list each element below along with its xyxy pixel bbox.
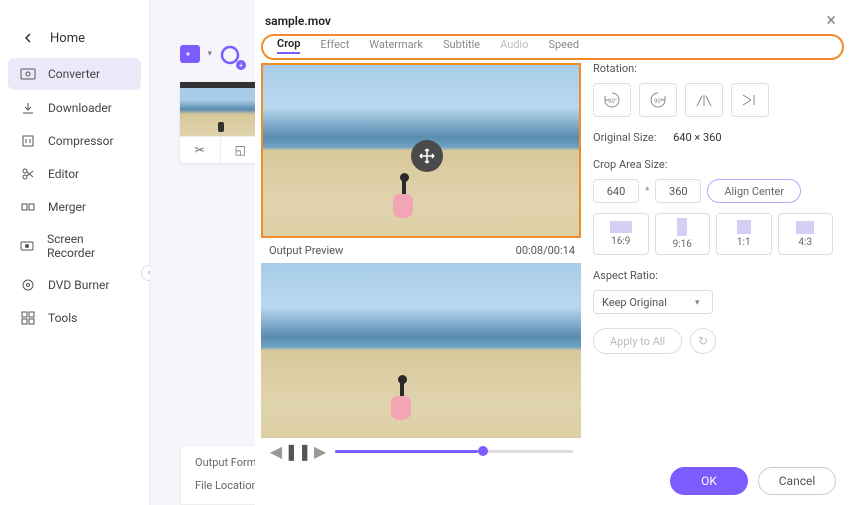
aspect-ratio-select[interactable]: Keep Original <box>593 290 713 314</box>
svg-text:90°: 90° <box>654 98 663 105</box>
rotate-ccw-button[interactable]: 90° <box>593 83 631 117</box>
add-file-button[interactable]: ▾ <box>180 45 202 67</box>
reset-button[interactable]: ↻ <box>690 328 716 354</box>
aspect-16-9-button[interactable]: 16:9 <box>593 213 649 255</box>
chevron-down-icon: ▾ <box>207 49 212 59</box>
nav-label: Compressor <box>48 134 114 148</box>
crop-frame[interactable] <box>261 63 581 238</box>
record-icon <box>20 238 35 254</box>
tab-audio[interactable]: Audio <box>500 36 528 53</box>
grid-icon <box>20 310 36 326</box>
plus-icon: + <box>236 60 246 70</box>
thumbnail-image <box>180 88 260 136</box>
aspect-4-3-button[interactable]: 4:3 <box>778 213 834 255</box>
original-size-label: Original Size: <box>593 131 656 144</box>
nav-downloader[interactable]: Downloader <box>0 92 149 124</box>
tab-speed[interactable]: Speed <box>548 36 579 53</box>
original-size-value: 640 × 360 <box>673 131 721 144</box>
pause-button[interactable]: ❚❚ <box>291 444 305 458</box>
multiply-icon: * <box>645 186 649 197</box>
nav-converter[interactable]: Converter <box>8 58 141 90</box>
converter-icon <box>20 66 36 82</box>
nav-label: Tools <box>48 311 77 325</box>
flip-vertical-button[interactable] <box>731 83 769 117</box>
apply-to-all-button[interactable]: Apply to All <box>593 328 682 354</box>
output-preview-label: Output Preview <box>269 244 343 257</box>
nav-label: Downloader <box>48 101 112 115</box>
svg-text:90°: 90° <box>608 98 617 105</box>
scissors-icon <box>20 166 36 182</box>
compress-icon <box>20 133 36 149</box>
ok-button[interactable]: OK <box>670 467 748 495</box>
crop-height-input[interactable] <box>655 179 701 203</box>
add-circle-button[interactable]: + <box>220 45 242 67</box>
nav-label: Editor <box>48 167 79 181</box>
modal-filename: sample.mov <box>255 0 850 34</box>
clip-thumbnail[interactable]: ✂ ◱ <box>180 82 260 163</box>
aspect-1-1-button[interactable]: 1:1 <box>716 213 772 255</box>
merge-icon <box>20 199 36 215</box>
crop-settings-panel: Rotation: 90° 90° Original Size: 640 × 3… <box>593 62 843 354</box>
video-subject <box>393 173 415 228</box>
align-center-button[interactable]: Align Center <box>707 179 801 203</box>
nav-home[interactable]: Home <box>0 20 149 56</box>
nav-merger[interactable]: Merger <box>0 191 149 223</box>
nav-label: Merger <box>48 200 86 214</box>
aspect-ratio-label: Aspect Ratio: <box>593 269 833 282</box>
rotation-label: Rotation: <box>593 62 833 75</box>
nav-tools[interactable]: Tools <box>0 302 149 334</box>
back-icon <box>20 30 36 46</box>
playback-controls: ◀ ❚❚ ▶ <box>261 438 581 464</box>
editor-tabs: Crop Effect Watermark Subtitle Audio Spe… <box>261 34 844 60</box>
rotate-cw-button[interactable]: 90° <box>639 83 677 117</box>
nav-label: DVD Burner <box>48 278 109 292</box>
prev-frame-button[interactable]: ◀ <box>269 444 283 458</box>
file-location-label: File Location: <box>195 479 260 492</box>
video-subject <box>391 375 413 430</box>
disc-icon <box>20 277 36 293</box>
crop-area-label: Crop Area Size: <box>593 158 833 171</box>
playback-slider[interactable] <box>335 450 573 453</box>
move-icon[interactable] <box>411 140 443 172</box>
crop-width-input[interactable] <box>593 179 639 203</box>
nav-compressor[interactable]: Compressor <box>0 125 149 157</box>
tab-effect[interactable]: Effect <box>320 36 349 53</box>
nav-home-label: Home <box>50 31 85 46</box>
nav-dvd-burner[interactable]: DVD Burner <box>0 269 149 301</box>
next-frame-button[interactable]: ▶ <box>313 444 327 458</box>
cancel-button[interactable]: Cancel <box>758 467 836 495</box>
file-icon <box>180 45 200 63</box>
download-icon <box>20 100 36 116</box>
nav-label: Converter <box>48 67 100 81</box>
app-sidebar: Home Converter Downloader Compressor Edi… <box>0 0 150 505</box>
flip-horizontal-button[interactable] <box>685 83 723 117</box>
nav-label: Screen Recorder <box>47 232 129 260</box>
close-button[interactable]: × <box>826 10 836 31</box>
timecode: 00:08/00:14 <box>516 244 575 257</box>
tab-crop[interactable]: Crop <box>277 35 300 54</box>
thumb-cut-button[interactable]: ✂ <box>180 137 221 163</box>
aspect-9-16-button[interactable]: 9:16 <box>655 213 711 255</box>
tab-watermark[interactable]: Watermark <box>369 36 423 53</box>
nav-screen-recorder[interactable]: Screen Recorder <box>0 224 149 268</box>
tab-subtitle[interactable]: Subtitle <box>443 36 480 53</box>
crop-editor-modal: × sample.mov Crop Effect Watermark Subti… <box>255 0 850 505</box>
output-preview-frame <box>261 263 581 438</box>
nav-editor[interactable]: Editor <box>0 158 149 190</box>
